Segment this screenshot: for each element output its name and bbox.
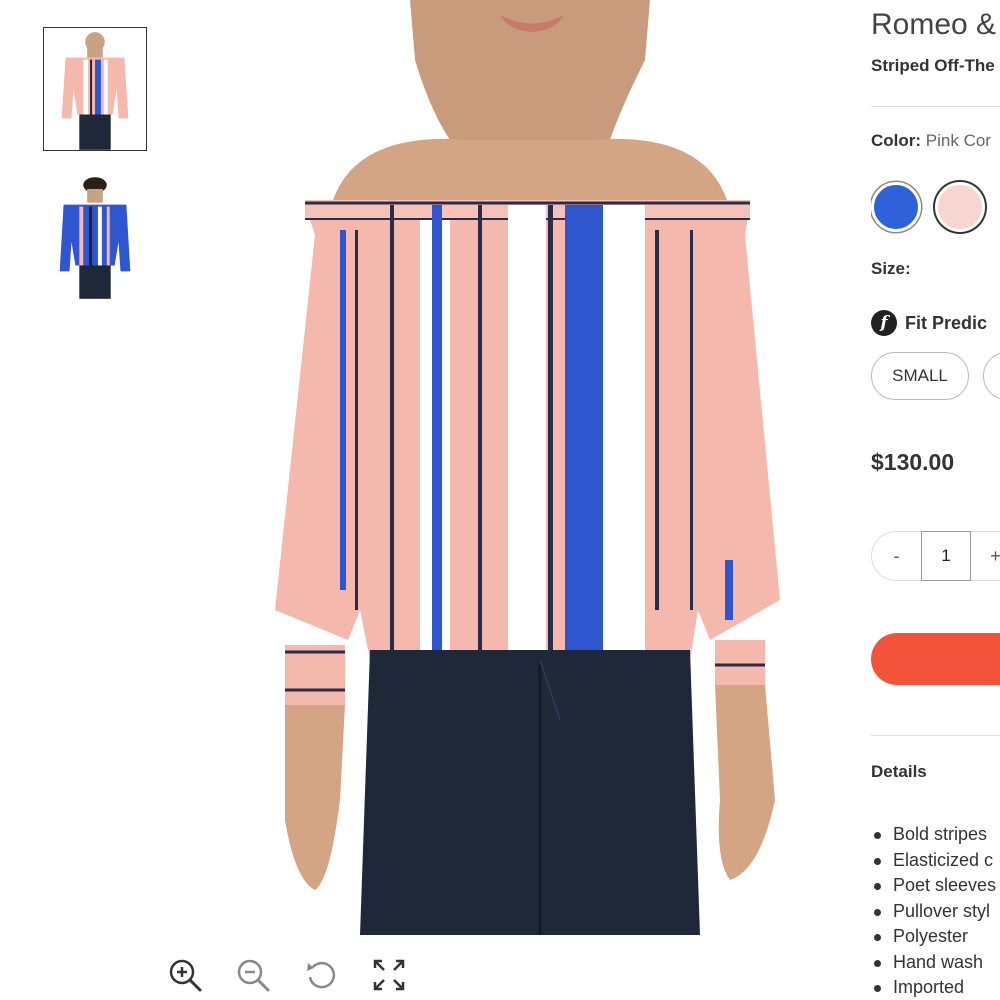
quantity-input[interactable]: 1 [921, 531, 971, 581]
color-label: Color: [871, 131, 922, 150]
quantity-increase-button[interactable]: + [971, 531, 1000, 581]
product-info-panel: Romeo & Striped Off-The Color: Pink Cor … [871, 0, 1000, 1000]
product-price: $130.00 [871, 449, 955, 475]
size-label: Size: [871, 259, 911, 278]
thumbnail-back-image [44, 177, 146, 299]
product-photo [260, 0, 800, 935]
details-item: Hand wash [871, 950, 996, 976]
details-heading: Details [871, 762, 927, 781]
color-swatch-pink[interactable] [935, 182, 985, 232]
thumbnail-front[interactable] [43, 27, 147, 151]
details-item: Elasticized c [871, 848, 996, 874]
fullscreen-icon [373, 959, 405, 991]
reset-icon [307, 961, 336, 989]
details-item: Polyester [871, 924, 996, 950]
fit-predictor-link[interactable]: f Fit Predic [871, 310, 987, 336]
quantity-decrease-button[interactable]: - [871, 531, 921, 581]
reset-button[interactable] [301, 955, 341, 995]
details-item: Imported [871, 975, 996, 1000]
zoom-in-icon [169, 959, 202, 992]
brand-name[interactable]: Romeo & [871, 8, 996, 42]
color-value: Pink Cor [925, 131, 991, 150]
color-swatch-blue[interactable] [871, 182, 921, 232]
size-option-small[interactable]: SMALL [871, 352, 969, 400]
details-list: Bold stripes Elasticized c Poet sleeves … [871, 822, 996, 1000]
zoom-out-icon [237, 959, 270, 992]
product-name: Striped Off-The [871, 56, 995, 75]
thumbnail-front-image [44, 28, 146, 150]
quantity-stepper: - 1 + [871, 531, 1000, 581]
size-option-medium[interactable]: M [983, 352, 1000, 400]
product-main-image[interactable] [260, 0, 800, 935]
details-item: Bold stripes [871, 822, 996, 848]
divider [871, 735, 1000, 736]
fit-predictor-icon: f [871, 310, 897, 336]
color-selection-label: Color: Pink Cor [871, 131, 991, 151]
zoom-controls [165, 955, 409, 995]
thumbnail-back[interactable] [43, 176, 147, 300]
fit-predictor-label: Fit Predic [905, 312, 988, 333]
details-item: Poet sleeves [871, 873, 996, 899]
zoom-out-button[interactable] [233, 955, 273, 995]
zoom-in-button[interactable] [165, 955, 205, 995]
divider [871, 106, 1000, 107]
fullscreen-button[interactable] [369, 955, 409, 995]
details-item: Pullover styl [871, 899, 996, 925]
add-to-bag-button[interactable] [871, 633, 1000, 685]
